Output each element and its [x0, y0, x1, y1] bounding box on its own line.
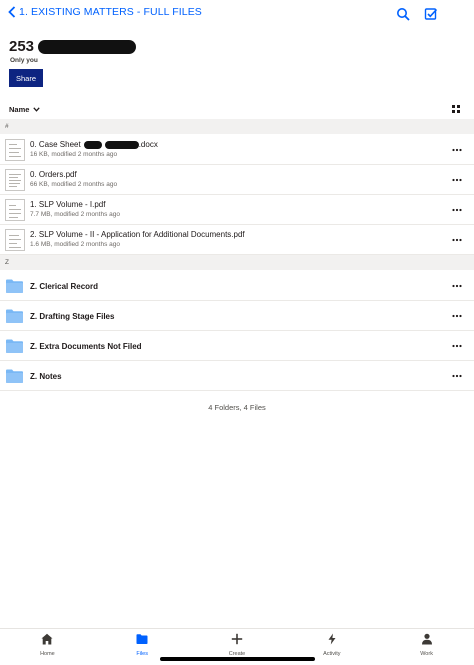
- folder-row[interactable]: Z. Drafting Stage Files: [0, 301, 474, 331]
- redaction-mark: [83, 140, 102, 149]
- file-name: 0. Orders.pdf: [30, 170, 77, 179]
- item-count-summary: 4 Folders, 4 Files: [208, 403, 266, 412]
- plus-icon: [231, 633, 243, 645]
- folder-row[interactable]: Z. Extra Documents Not Filed: [0, 331, 474, 361]
- home-icon: [41, 633, 53, 645]
- sharing-status: Only you: [10, 57, 38, 64]
- more-options-icon[interactable]: [452, 371, 462, 381]
- file-name: 0. Case Sheet .docx: [30, 140, 158, 149]
- folder-icon: [6, 339, 23, 353]
- top-actions: [396, 7, 438, 21]
- more-options-icon[interactable]: [452, 281, 462, 291]
- section-header-folders: Z: [0, 255, 474, 270]
- tab-label: Files: [136, 651, 148, 657]
- folder-icon: [6, 369, 23, 383]
- sort-label: Name: [9, 105, 30, 114]
- chevron-left-icon: [8, 6, 16, 18]
- grid-view-icon[interactable]: [452, 105, 460, 113]
- top-nav-bar: 1. EXISTING MATTERS - FULL FILES: [0, 0, 474, 30]
- pdf-thumbnail-icon: [5, 169, 25, 191]
- pdf-thumbnail-icon: [5, 199, 25, 221]
- sort-bar: Name: [0, 101, 474, 117]
- file-row[interactable]: 2. SLP Volume - II - Application for Add…: [0, 225, 474, 255]
- file-row[interactable]: 1. SLP Volume - I.pdf 7.7 MB, modified 2…: [0, 195, 474, 225]
- back-button[interactable]: 1. EXISTING MATTERS - FULL FILES: [8, 6, 202, 18]
- home-indicator: [160, 657, 315, 661]
- select-checkbox-icon[interactable]: [424, 7, 438, 21]
- page-title-text: 253: [9, 38, 35, 55]
- redaction-mark: [38, 39, 137, 54]
- tab-label: Work: [420, 651, 433, 657]
- folder-icon: [6, 309, 23, 323]
- more-options-icon[interactable]: [452, 311, 462, 321]
- pdf-thumbnail-icon: [5, 229, 25, 251]
- folder-name: Z. Notes: [30, 372, 62, 381]
- lightning-icon: [328, 633, 336, 645]
- folder-icon: [136, 634, 148, 644]
- search-icon[interactable]: [396, 7, 410, 21]
- file-name-suffix: .docx: [138, 140, 158, 149]
- chevron-down-icon: [33, 107, 41, 112]
- more-options-icon[interactable]: [452, 341, 462, 351]
- back-button-label: 1. EXISTING MATTERS - FULL FILES: [19, 6, 202, 18]
- more-options-icon[interactable]: [452, 145, 462, 155]
- file-meta: 7.7 MB, modified 2 months ago: [30, 211, 120, 218]
- more-options-icon[interactable]: [452, 235, 462, 245]
- section-header-files: #: [0, 119, 474, 134]
- folder-icon: [6, 279, 23, 293]
- folder-row[interactable]: Z. Clerical Record: [0, 271, 474, 301]
- sort-by-name-button[interactable]: Name: [9, 105, 41, 114]
- folder-row[interactable]: Z. Notes: [0, 361, 474, 391]
- file-meta: 66 KB, modified 2 months ago: [30, 181, 118, 188]
- redaction-mark: [104, 140, 139, 149]
- folder-name: Z. Clerical Record: [30, 282, 99, 291]
- folder-name: Z. Drafting Stage Files: [30, 312, 115, 321]
- file-row[interactable]: 0. Orders.pdf 66 KB, modified 2 months a…: [0, 165, 474, 195]
- more-options-icon[interactable]: [452, 205, 462, 215]
- tab-home[interactable]: Home: [0, 629, 95, 665]
- file-name: 2. SLP Volume - II - Application for Add…: [30, 230, 245, 239]
- file-meta: 16 KB, modified 2 months ago: [30, 151, 118, 158]
- person-icon: [421, 633, 432, 645]
- document-thumbnail-icon: [5, 139, 25, 161]
- tab-label: Home: [40, 651, 55, 657]
- page-title: 253: [9, 38, 137, 55]
- file-name: 1. SLP Volume - I.pdf: [30, 200, 106, 209]
- share-button[interactable]: Share: [9, 69, 43, 87]
- more-options-icon[interactable]: [452, 175, 462, 185]
- file-meta: 1.6 MB, modified 2 months ago: [30, 241, 120, 248]
- file-row[interactable]: 0. Case Sheet .docx 16 KB, modified 2 mo…: [0, 135, 474, 165]
- folder-name: Z. Extra Documents Not Filed: [30, 342, 142, 351]
- tab-work[interactable]: Work: [379, 629, 474, 665]
- file-name-prefix: 0. Case Sheet: [30, 140, 81, 149]
- tab-label: Activity: [323, 651, 341, 657]
